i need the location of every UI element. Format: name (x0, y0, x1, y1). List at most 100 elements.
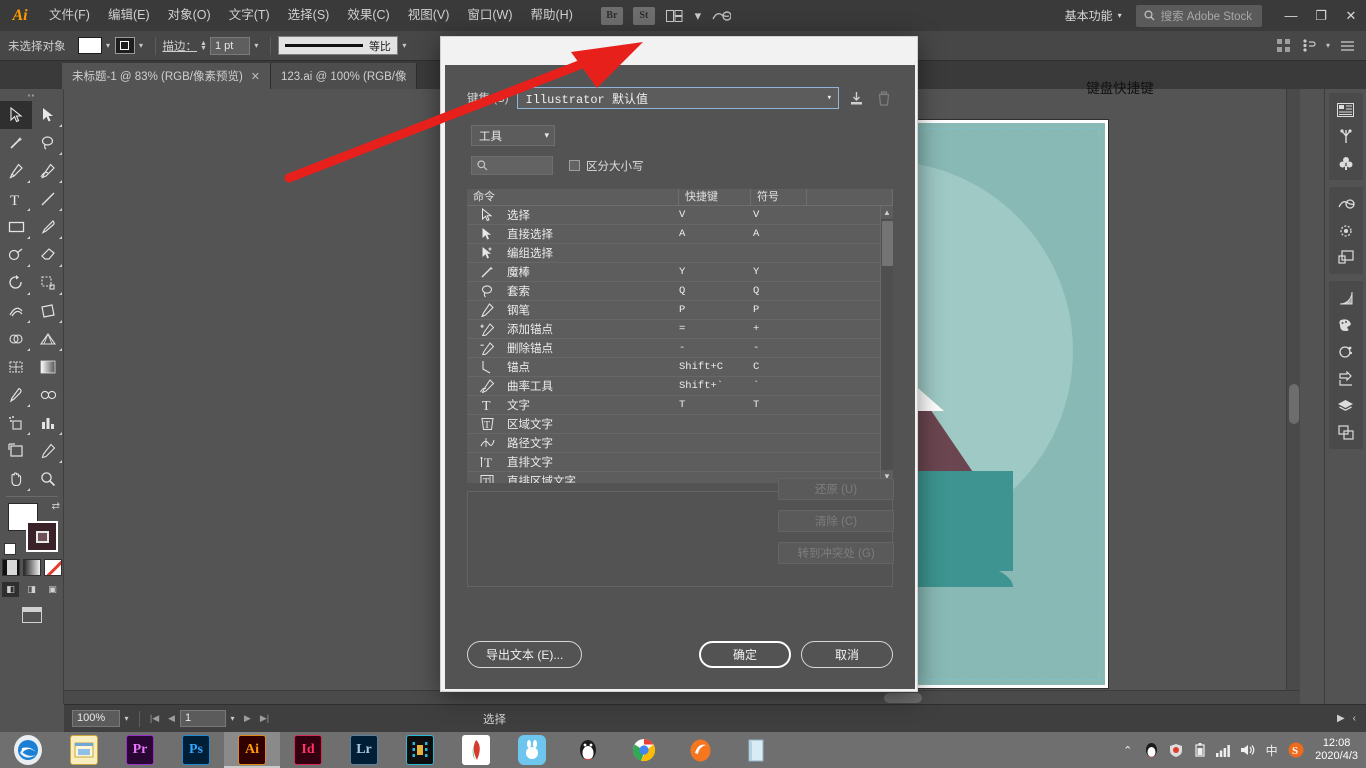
table-row[interactable]: T 区域文字 (467, 415, 893, 434)
default-fill-stroke-icon[interactable] (4, 543, 16, 555)
paintbrush-tool[interactable] (32, 213, 64, 241)
volume-icon[interactable] (1239, 742, 1256, 759)
eyedropper-tool[interactable] (0, 381, 32, 409)
last-artboard-button[interactable]: ▶| (256, 710, 273, 727)
stock-icon[interactable]: St (633, 7, 655, 25)
gradient-mode-button[interactable] (23, 559, 41, 576)
stroke-weight-input[interactable]: 1 pt (210, 37, 250, 55)
table-row[interactable]: T 文字 T T (467, 396, 893, 415)
clear-button[interactable]: 清除 (C) (778, 510, 894, 532)
taskbar-item-media-player[interactable] (392, 732, 448, 768)
stroke-profile-select[interactable]: 等比 (278, 36, 398, 55)
transparency-panel-icon[interactable] (1331, 338, 1361, 365)
lasso-tool[interactable] (32, 129, 64, 157)
table-row[interactable]: 选择 V V (467, 206, 893, 225)
table-body[interactable]: 选择 V V 直接选择 A A 编组选择 (467, 206, 893, 483)
taskbar-item-edge[interactable] (0, 732, 56, 768)
status-collapse-icon[interactable]: ‹ (1353, 713, 1356, 724)
zoom-level-input[interactable]: 100% (72, 710, 120, 727)
column-graph-tool[interactable] (32, 409, 64, 437)
pen-tool[interactable] (0, 157, 32, 185)
taskbar-item-indesign[interactable]: Id (280, 732, 336, 768)
menu-edit[interactable]: 编辑(E) (99, 0, 159, 31)
draw-inside-icon[interactable]: ▣ (44, 582, 61, 597)
curvature-tool[interactable] (32, 157, 64, 185)
canvas-vertical-scroll-thumb[interactable] (1289, 384, 1299, 424)
selection-tool[interactable] (0, 101, 32, 129)
appearance-panel-icon[interactable] (1331, 365, 1361, 392)
taskbar-item-firefox[interactable] (672, 732, 728, 768)
battery-icon[interactable] (1191, 742, 1208, 759)
align-panel-icon[interactable] (1331, 419, 1361, 446)
menu-object[interactable]: 对象(O) (159, 0, 220, 31)
table-row[interactable]: 直接选择 A A (467, 225, 893, 244)
status-expand-icon[interactable]: ▶ (1337, 713, 1345, 724)
delete-keyset-icon[interactable] (874, 88, 893, 108)
canvas-horizontal-scroll-thumb[interactable] (884, 693, 922, 703)
previous-artboard-button[interactable]: ◀ (163, 710, 180, 727)
table-row[interactable]: 编组选择 (467, 244, 893, 263)
taskbar-item-qq[interactable] (560, 732, 616, 768)
type-tool[interactable]: T (0, 185, 32, 213)
swap-fill-stroke-icon[interactable]: ⇄ (52, 501, 60, 512)
table-scroll-thumb[interactable] (882, 221, 893, 266)
first-artboard-button[interactable]: |◀ (146, 710, 163, 727)
eraser-tool[interactable] (32, 241, 64, 269)
arrange-documents-icon[interactable] (662, 6, 688, 26)
shape-builder-tool[interactable] (0, 325, 32, 353)
export-text-button[interactable]: 导出文本 (E)... (467, 641, 582, 668)
artboard-chevron-down-icon[interactable]: ▾ (226, 714, 239, 723)
save-keyset-icon[interactable] (847, 88, 866, 108)
shaper-tool[interactable] (0, 241, 32, 269)
mesh-tool[interactable] (0, 353, 32, 381)
layers-panel-icon[interactable] (1331, 392, 1361, 419)
stroke-color-swatch[interactable] (115, 37, 135, 54)
table-row[interactable]: 魔棒 Y Y (467, 263, 893, 282)
close-button[interactable]: ✕ (1336, 0, 1366, 31)
table-row[interactable]: 添加锚点 = + (467, 320, 893, 339)
table-row[interactable]: 曲率工具 Shift+` ` (467, 377, 893, 396)
scale-tool[interactable] (32, 269, 64, 297)
taskbar-item-photoshop[interactable]: Ps (168, 732, 224, 768)
taskbar-item-premiere[interactable]: Pr (112, 732, 168, 768)
workspace-switcher[interactable]: 基本功能 ▾ (1057, 4, 1130, 27)
go-to-conflict-button[interactable]: 转到冲突处 (G) (778, 542, 894, 564)
swatches-panel-icon[interactable] (1331, 311, 1361, 338)
table-row[interactable]: 路径文字 (467, 434, 893, 453)
ok-button[interactable]: 确定 (699, 641, 791, 668)
scroll-up-icon[interactable]: ▲ (881, 206, 893, 219)
gradient-panel-icon[interactable] (1331, 284, 1361, 311)
screen-mode-button[interactable] (0, 607, 63, 623)
artboard-tool[interactable] (0, 437, 32, 465)
case-sensitive-checkbox[interactable]: 区分大小写 (569, 158, 644, 174)
table-row[interactable]: 套索 Q Q (467, 282, 893, 301)
document-tab-1[interactable]: 未标题-1 @ 83% (RGB/像素预览) ✕ (62, 63, 271, 89)
symbols-panel-icon[interactable] (1331, 150, 1361, 177)
perspective-grid-tool[interactable] (32, 325, 64, 353)
menu-select[interactable]: 选择(S) (279, 0, 339, 31)
toolbar-grip[interactable]: ▪▪ (0, 89, 63, 101)
ime-chinese-icon[interactable]: 中 (1263, 742, 1280, 759)
zoom-chevron-down-icon[interactable]: ▾ (120, 714, 133, 723)
arrange-chevron-down-icon[interactable]: ▾ (692, 6, 704, 26)
zoom-tool[interactable] (32, 465, 64, 493)
gradient-tool[interactable] (32, 353, 64, 381)
canvas-vertical-scrollbar[interactable] (1286, 89, 1300, 704)
show-hidden-icons-icon[interactable]: ⌃ (1119, 742, 1136, 759)
rectangle-tool[interactable] (0, 213, 32, 241)
bridge-icon[interactable]: Br (601, 7, 623, 25)
menu-help[interactable]: 帮助(H) (522, 0, 582, 31)
undo-button[interactable]: 还原 (U) (778, 478, 894, 500)
taskbar-item-file-explorer[interactable] (56, 732, 112, 768)
none-mode-button[interactable] (44, 559, 62, 576)
symbol-sprayer-tool[interactable] (0, 409, 32, 437)
document-tab-2[interactable]: 123.ai @ 100% (RGB/像 (271, 63, 417, 89)
taskbar-item-wps[interactable] (448, 732, 504, 768)
options-icon[interactable] (1334, 35, 1360, 57)
magic-wand-tool[interactable] (0, 129, 32, 157)
close-icon[interactable]: ✕ (251, 70, 260, 83)
slice-tool[interactable] (32, 437, 64, 465)
stroke-chevron-down-icon[interactable]: ▾ (135, 41, 148, 50)
minimize-button[interactable]: — (1276, 0, 1306, 31)
transform-chevron-down-icon[interactable]: ▾ (1322, 35, 1334, 57)
